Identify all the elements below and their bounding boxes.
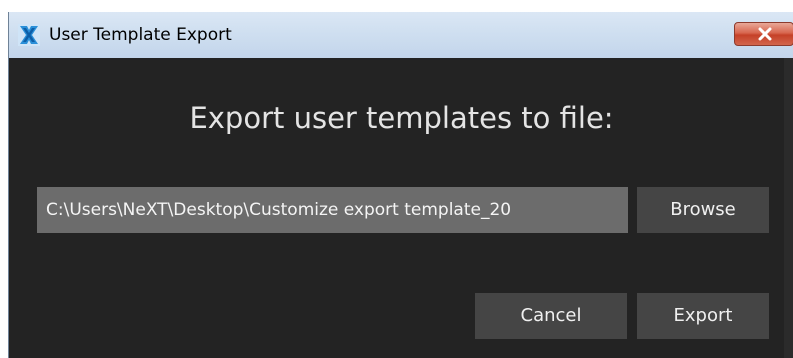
next-logo-icon bbox=[18, 24, 40, 46]
window-title: User Template Export bbox=[49, 25, 232, 45]
dialog-heading: Export user templates to file: bbox=[189, 101, 614, 135]
close-button[interactable] bbox=[734, 22, 793, 46]
title-bar[interactable]: User Template Export bbox=[9, 12, 793, 58]
window-right-edge bbox=[784, 58, 793, 358]
close-icon bbox=[758, 27, 772, 41]
browse-button[interactable]: Browse bbox=[637, 187, 769, 233]
file-path-field[interactable]: C:\Users\NeXT\Desktop\Customize export t… bbox=[37, 187, 628, 233]
cancel-button[interactable]: Cancel bbox=[475, 293, 627, 339]
export-button[interactable]: Export bbox=[637, 293, 769, 339]
export-dialog-window: User Template Export Export user templat… bbox=[8, 12, 793, 358]
